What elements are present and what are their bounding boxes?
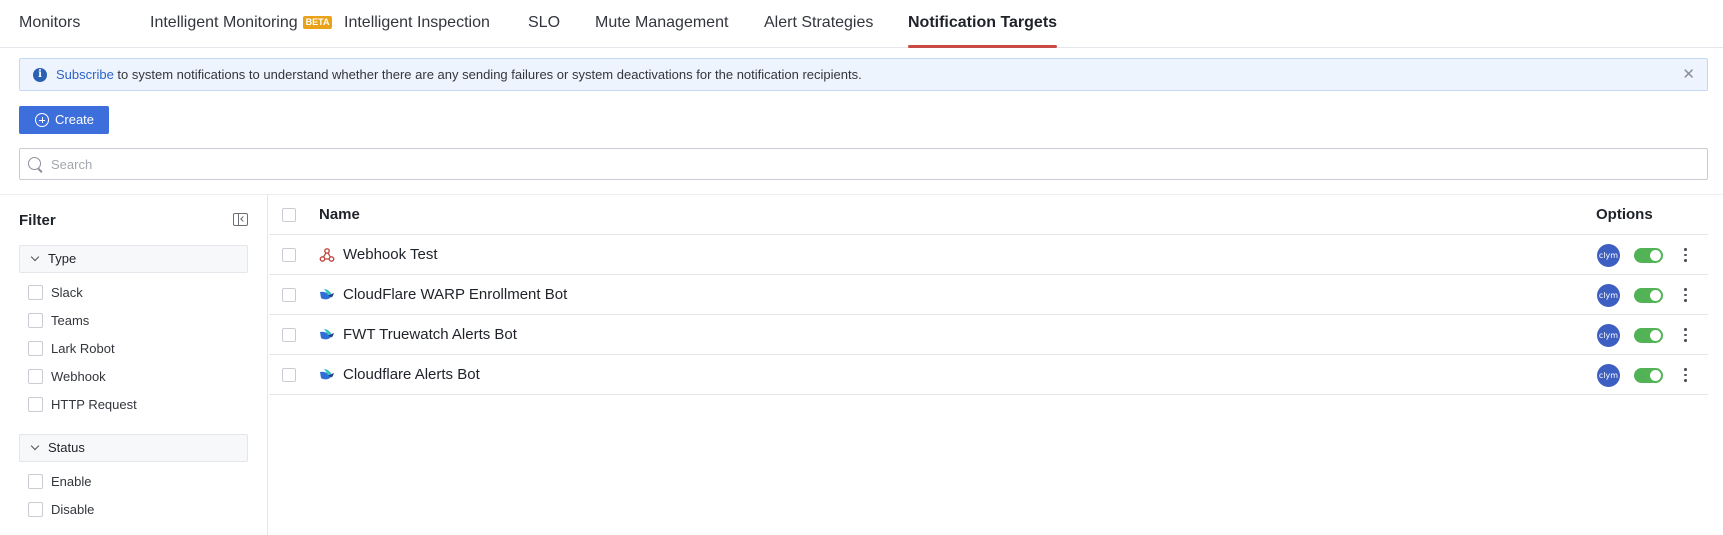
create-label: Create	[55, 112, 95, 127]
target-name[interactable]: Webhook Test	[343, 235, 438, 275]
enable-toggle[interactable]	[1634, 248, 1663, 263]
search-icon	[28, 157, 41, 170]
lark-bot-icon	[320, 369, 334, 380]
column-header-options: Options	[1596, 206, 1653, 223]
more-options-icon[interactable]	[1679, 247, 1691, 263]
table-row: Webhook Test clym	[269, 235, 1708, 275]
checkbox[interactable]	[28, 285, 43, 300]
table-header: Name Options	[269, 195, 1708, 235]
checkbox[interactable]	[28, 397, 43, 412]
avatar: clym	[1597, 364, 1620, 387]
tab-alert-strategies[interactable]: Alert Strategies	[764, 0, 873, 47]
search-input[interactable]	[51, 149, 1691, 179]
row-checkbox[interactable]	[282, 288, 296, 302]
subscribe-link[interactable]: Subscribe	[56, 67, 114, 82]
info-banner: i Subscribe to system notifications to u…	[19, 58, 1708, 91]
avatar: clym	[1597, 324, 1620, 347]
target-name[interactable]: FWT Truewatch Alerts Bot	[343, 315, 517, 355]
plus-circle-icon	[35, 113, 49, 127]
checkbox[interactable]	[28, 313, 43, 328]
tab-bar: Monitors Intelligent Monitoring BETA Inte…	[0, 0, 1723, 48]
lark-bot-icon	[320, 289, 334, 300]
tab-notification-targets[interactable]: Notification Targets	[908, 0, 1058, 48]
tab-mute-management[interactable]: Mute Management	[595, 0, 728, 47]
table-row: Cloudflare Alerts Bot clym	[269, 355, 1708, 395]
row-checkbox[interactable]	[282, 368, 296, 382]
checkbox[interactable]	[28, 502, 43, 517]
checkbox[interactable]	[28, 369, 43, 384]
search-box	[19, 148, 1708, 180]
row-checkbox[interactable]	[282, 328, 296, 342]
tab-slo[interactable]: SLO	[528, 0, 560, 47]
row-checkbox[interactable]	[282, 248, 296, 262]
banner-text: Subscribe to system notifications to und…	[56, 67, 862, 82]
avatar: clym	[1597, 244, 1620, 267]
collapse-panel-icon[interactable]	[233, 213, 248, 226]
tab-intelligent-inspection[interactable]: Intelligent Inspection	[344, 0, 490, 47]
avatar: clym	[1597, 284, 1620, 307]
filter-group-label: Status	[48, 440, 85, 455]
more-options-icon[interactable]	[1679, 287, 1691, 303]
info-icon: i	[33, 68, 47, 82]
target-name[interactable]: CloudFlare WARP Enrollment Bot	[343, 275, 567, 315]
column-header-name: Name	[319, 206, 360, 223]
filter-panel: Filter Type Slack Teams Lark Robot Webho…	[0, 195, 268, 535]
lark-bot-icon	[320, 329, 334, 340]
enable-toggle[interactable]	[1634, 288, 1663, 303]
checkbox[interactable]	[28, 341, 43, 356]
table-row: FWT Truewatch Alerts Bot clym	[269, 315, 1708, 355]
tab-monitors[interactable]: Monitors	[19, 0, 80, 47]
select-all-checkbox[interactable]	[282, 208, 296, 222]
table-row: CloudFlare WARP Enrollment Bot clym	[269, 275, 1708, 315]
filter-title: Filter	[19, 212, 56, 229]
enable-toggle[interactable]	[1634, 328, 1663, 343]
webhook-icon	[319, 248, 335, 262]
more-options-icon[interactable]	[1679, 367, 1691, 383]
checkbox[interactable]	[28, 474, 43, 489]
target-name[interactable]: Cloudflare Alerts Bot	[343, 355, 480, 395]
filter-group-status[interactable]: Status	[19, 434, 248, 462]
create-button[interactable]: Create	[19, 106, 109, 134]
chevron-down-icon	[30, 252, 40, 262]
more-options-icon[interactable]	[1679, 327, 1691, 343]
enable-toggle[interactable]	[1634, 368, 1663, 383]
close-icon[interactable]: ✕	[1682, 59, 1695, 90]
beta-badge: BETA	[302, 16, 333, 29]
chevron-down-icon	[30, 441, 40, 451]
tab-intelligent-monitoring[interactable]: Intelligent Monitoring BETA	[150, 0, 333, 47]
filter-group-label: Type	[48, 251, 77, 266]
filter-group-type[interactable]: Type	[19, 245, 248, 273]
